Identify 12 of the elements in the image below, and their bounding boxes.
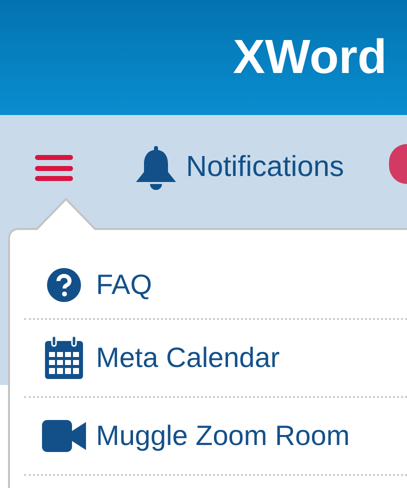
caret-pointer <box>36 198 98 230</box>
menu-item[interactable]: FAQ <box>24 252 407 320</box>
question-icon <box>47 268 81 302</box>
video-camera-icon <box>42 420 86 452</box>
bell-icon <box>136 146 176 190</box>
site-title: XWord <box>233 34 387 82</box>
notifications-link[interactable]: Notifications <box>136 146 344 190</box>
calendar-icon <box>44 336 84 380</box>
menu-item[interactable]: Muggle Zoom Room <box>24 398 407 476</box>
notification-badge <box>389 144 407 184</box>
menu-icon[interactable] <box>35 153 73 183</box>
menu-item[interactable]: Meta Calendar <box>24 320 407 398</box>
